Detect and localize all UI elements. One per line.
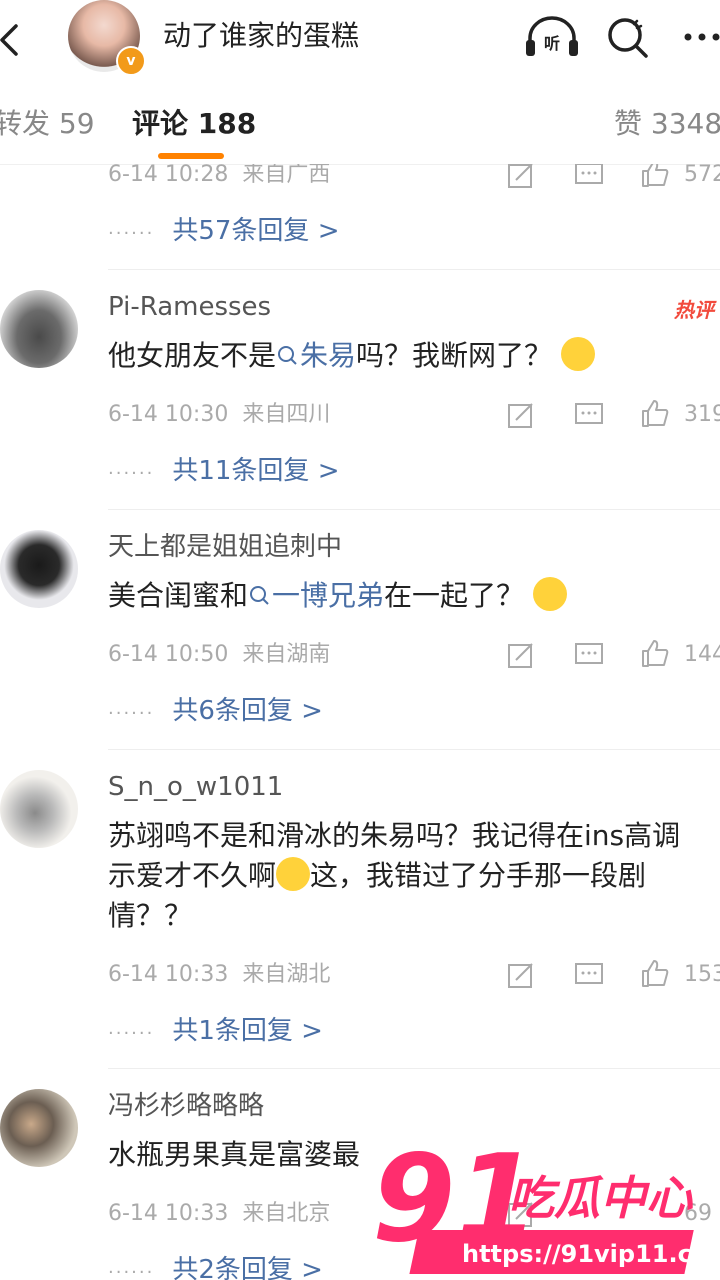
reply-count-text[interactable]: 共57条回复 > (172, 216, 339, 246)
comment-meta: 6-14 10:50 来自湖南 (108, 640, 330, 670)
post-tabs: 转发 59 评论 188 赞 3348 (0, 78, 720, 165)
watermark-name: 吃瓜中心 (508, 1171, 694, 1225)
hot-comment-badge: 热评 (674, 298, 714, 322)
comment-icon[interactable] (574, 960, 604, 990)
comment-icon[interactable] (574, 164, 604, 190)
top-bar: v 动了谁家的蛋糕 听 (0, 0, 720, 78)
verified-badge-icon: v (116, 46, 146, 76)
comment-username[interactable]: S_n_o_w1011 (108, 770, 283, 804)
comment-location: 来自广西 (242, 164, 331, 187)
comment-meta: 6-14 10:33 来自北京 (108, 1199, 330, 1229)
comment-username[interactable]: 冯杉杉略略略 (108, 1089, 264, 1123)
listen-label: 听 (544, 34, 560, 53)
like-icon[interactable] (640, 958, 670, 988)
reply-count-text[interactable]: 共2条回复 > (172, 1255, 323, 1280)
comment-username[interactable]: 天上都是姐姐追刺中 (108, 530, 342, 564)
reply-count-text[interactable]: 共11条回复 > (172, 456, 339, 486)
avatar[interactable] (0, 530, 78, 608)
listen-headphones-icon[interactable]: 听 (524, 16, 580, 58)
repost-icon[interactable] (506, 164, 536, 190)
comment-location: 来自湖南 (242, 642, 331, 667)
search-icon (250, 586, 269, 605)
comment-username[interactable]: Pi-Ramesses (108, 290, 271, 324)
like-count: 153 (684, 962, 720, 987)
reply-summary-link[interactable]: ······ 共1条回复 > (108, 1014, 323, 1051)
like-count: 144 (684, 642, 720, 667)
back-arrow-icon[interactable] (0, 20, 32, 60)
tab-comment[interactable]: 评论 188 (132, 106, 256, 142)
watermark-logo: 91 吃瓜中心 https://91vip11.com (372, 1130, 720, 1274)
avatar[interactable] (0, 1089, 78, 1167)
like-icon[interactable] (640, 398, 670, 428)
comment-time: 6-14 10:30 (108, 402, 229, 427)
reply-count-text[interactable]: 共6条回复 > (172, 696, 323, 726)
like-icon[interactable] (640, 638, 670, 668)
like-icon[interactable] (640, 164, 670, 188)
like-count: 319 (684, 402, 720, 427)
comment-item: S_n_o_w1011 苏翊鸣不是和滑冰的朱易吗？我记得在ins高调 示爱才不久… (0, 750, 720, 1068)
comment-text: 美合闺蜜和 一博兄弟在一起了？ (108, 576, 720, 616)
reply-summary-link[interactable]: ······ 共2条回复 > (108, 1253, 323, 1280)
comment-meta: 6-14 10:33 来自湖北 (108, 960, 330, 990)
watermark-url: https://91vip11.com (462, 1240, 720, 1268)
comment-location: 来自北京 (242, 1201, 331, 1226)
tab-like[interactable]: 赞 3348 (614, 106, 720, 142)
reply-summary-link[interactable]: ······ 共6条回复 > (108, 694, 323, 731)
tab-repost[interactable]: 转发 59 (0, 106, 95, 142)
laugh-cry-emoji-icon (560, 337, 595, 371)
reply-summary-link[interactable]: ······ 共57条回复 > (108, 214, 339, 251)
comment-list: 6-14 10:28 来自广西 572 ······ 共57条回复 > Pi-Ra… (0, 164, 720, 1280)
repost-icon[interactable] (506, 640, 536, 670)
topic-link[interactable]: 一博兄弟 (248, 579, 384, 612)
comment-item: 天上都是姐姐追刺中 美合闺蜜和 一博兄弟在一起了？ 6-14 10:50 来自湖南… (0, 510, 720, 750)
comment-location: 来自湖北 (242, 962, 331, 987)
grin-emoji-icon (532, 577, 567, 611)
comment-location: 来自四川 (242, 402, 331, 427)
reply-count-text[interactable]: 共1条回复 > (172, 1016, 323, 1046)
repost-icon[interactable] (506, 400, 536, 430)
avatar[interactable] (0, 290, 78, 368)
laugh-cry-emoji-icon (276, 857, 311, 891)
comment-item: Pi-Ramesses 热评 他女朋友不是 朱易吗？我断网了？ 6-14 10:3… (0, 270, 720, 510)
comment-icon[interactable] (574, 640, 604, 670)
repost-icon[interactable] (506, 960, 536, 990)
search-icon[interactable] (604, 14, 650, 60)
post-author-title[interactable]: 动了谁家的蛋糕 (163, 18, 359, 54)
active-tab-indicator (158, 153, 224, 159)
comment-time: 6-14 10:33 (108, 962, 229, 987)
comment-meta: 6-14 10:28 来自广西 (108, 164, 330, 190)
topic-link[interactable]: 朱易 (276, 339, 356, 372)
comment-time: 6-14 10:50 (108, 642, 229, 667)
more-options-icon[interactable] (680, 14, 720, 60)
comment-icon[interactable] (574, 400, 604, 430)
avatar[interactable] (0, 770, 78, 848)
comment-time: 6-14 10:28 (108, 164, 229, 187)
comment-item: 6-14 10:28 来自广西 572 ······ 共57条回复 > (0, 164, 720, 274)
comment-text: 苏翊鸣不是和滑冰的朱易吗？我记得在ins高调 示爱才不久啊 这，我错过了分手那一段… (108, 819, 681, 932)
search-icon (278, 346, 297, 365)
reply-summary-link[interactable]: ······ 共11条回复 > (108, 454, 339, 491)
comment-text: 他女朋友不是 朱易吗？我断网了？ (108, 336, 720, 376)
comment-time: 6-14 10:33 (108, 1201, 229, 1226)
like-count: 572 (684, 164, 720, 187)
comment-meta: 6-14 10:30 来自四川 (108, 400, 330, 430)
